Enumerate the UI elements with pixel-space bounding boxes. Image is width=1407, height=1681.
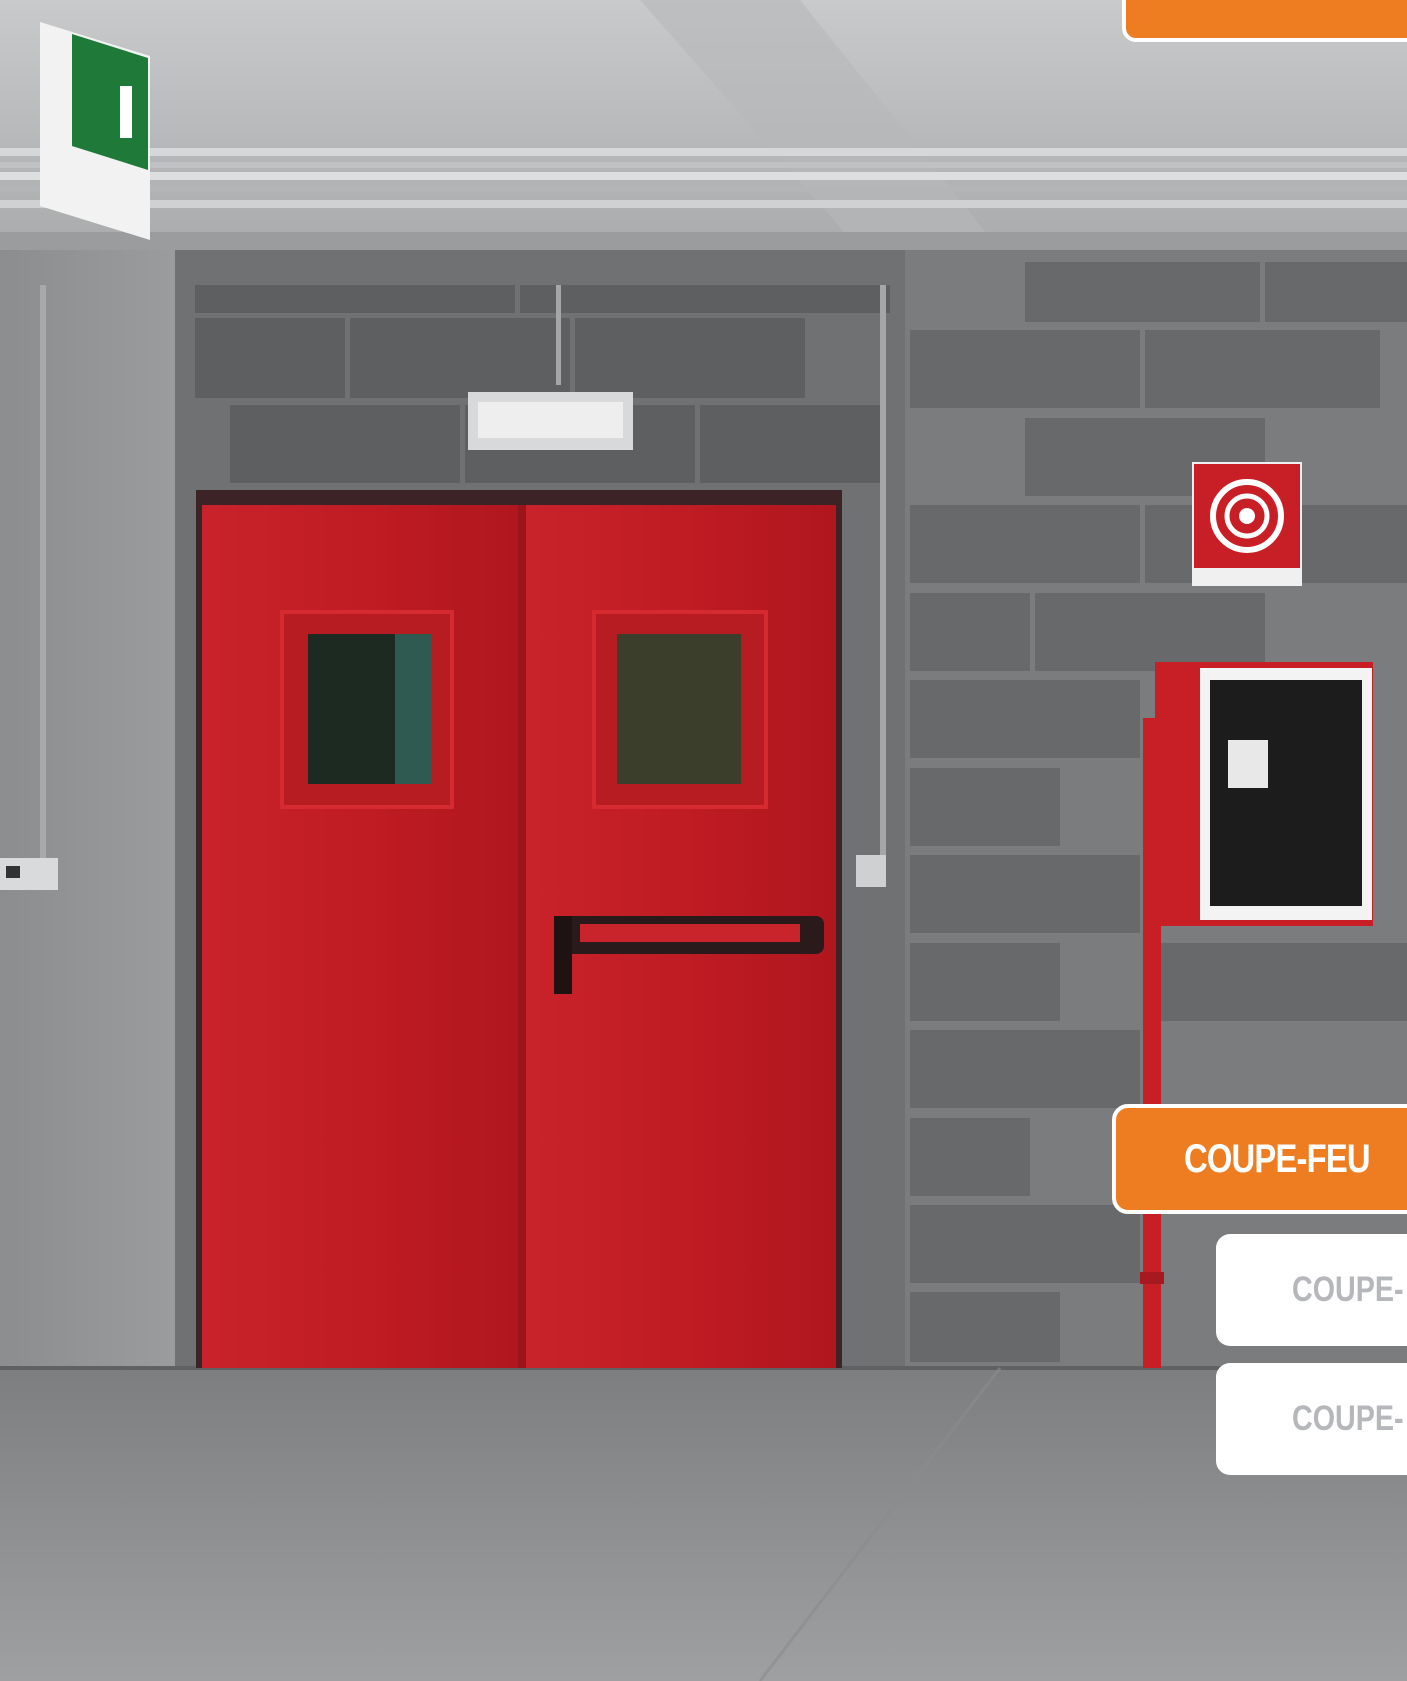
tab-coupe-2[interactable]: COUPE- bbox=[1216, 1234, 1407, 1346]
top-accent-badge bbox=[1122, 0, 1407, 42]
fire-door-photo bbox=[0, 0, 1407, 1681]
hero-banner: COUPE-FEU COUPE- COUPE- bbox=[0, 0, 1407, 1681]
fire-hose-sign-icon bbox=[1192, 462, 1302, 586]
tab-label: COUPE- bbox=[1292, 1270, 1404, 1309]
tab-coupe-feu-active[interactable]: COUPE-FEU bbox=[1112, 1104, 1407, 1214]
tab-label: COUPE- bbox=[1292, 1399, 1404, 1438]
tab-label: COUPE-FEU bbox=[1184, 1136, 1371, 1181]
tab-coupe-3[interactable]: COUPE- bbox=[1216, 1363, 1407, 1475]
emergency-exit-sign-icon bbox=[40, 22, 150, 240]
